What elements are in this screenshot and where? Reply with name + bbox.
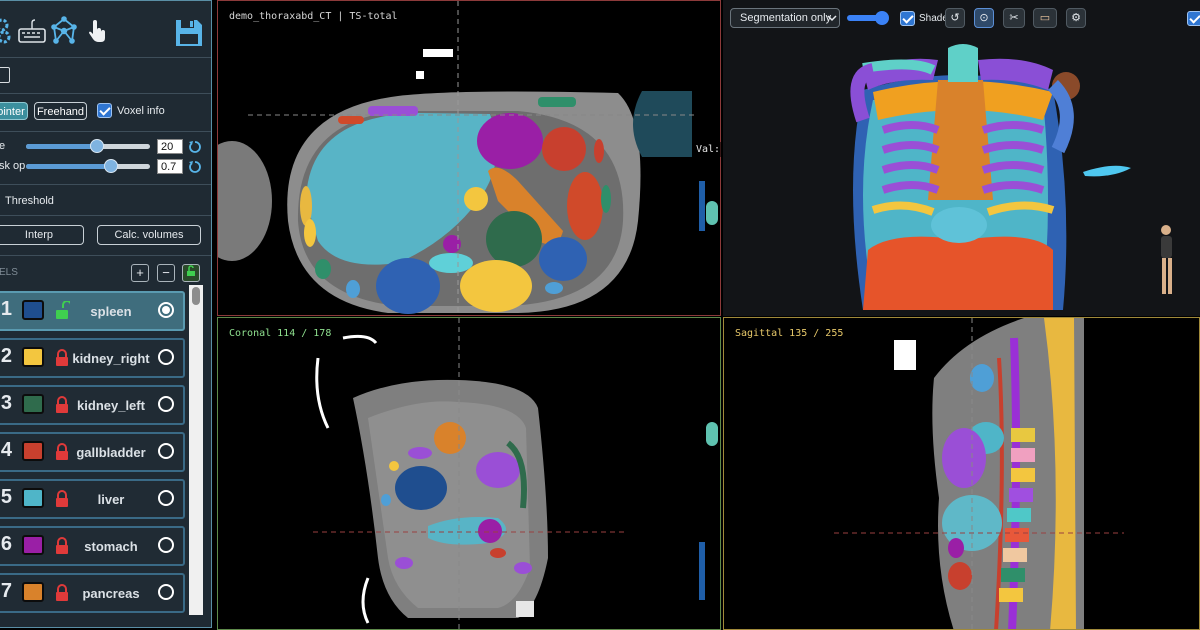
sagittal-view[interactable]: Sagittal 135 / 255 <box>723 317 1200 630</box>
label-name: gallbladder <box>76 445 146 460</box>
label-select-radio[interactable] <box>158 584 174 600</box>
label-name: kidney_left <box>77 398 145 413</box>
calc-volumes-button[interactable]: Calc. volumes <box>97 225 201 245</box>
label-color-swatch[interactable] <box>22 488 44 508</box>
label-color-swatch[interactable] <box>22 535 44 555</box>
save-icon[interactable] <box>173 17 205 49</box>
label-row-kidney_right[interactable]: 2 kidney_right <box>0 338 185 378</box>
mask-opacity-knob[interactable] <box>104 159 118 173</box>
scrollbar-thumb[interactable] <box>192 287 200 305</box>
voxel-info-label: Voxel info <box>117 105 165 117</box>
scissors-icon[interactable]: ✂ <box>1003 8 1025 28</box>
brush-size-fill <box>26 144 96 149</box>
eraser-icon[interactable]: ▭ <box>1033 8 1057 28</box>
label-row-kidney_left[interactable]: 3 kidney_left <box>0 385 185 425</box>
mask-opacity-label: sk op <box>0 160 26 172</box>
label-row-pancreas[interactable]: 7 pancreas <box>0 573 185 613</box>
axial-slice-slider[interactable] <box>699 181 705 231</box>
label-list-scrollbar[interactable] <box>189 285 203 615</box>
network-icon[interactable] <box>48 15 80 47</box>
labels-header: ELS <box>0 267 18 278</box>
mask-opacity-slider[interactable] <box>26 159 150 173</box>
render-opacity-knob[interactable] <box>875 11 889 25</box>
left-panel: ointer Freehand Voxel info e 20 sk op 0.… <box>0 0 212 628</box>
render-opacity-slider[interactable] <box>847 11 889 25</box>
threshold-label[interactable]: Threshold <box>5 195 54 207</box>
settings-icon[interactable]: ⚙ <box>1066 8 1086 28</box>
shade-label: Shade <box>919 13 948 24</box>
mask-opacity-input[interactable]: 0.7 <box>157 159 183 174</box>
freehand-mode-button[interactable]: Freehand <box>34 102 87 120</box>
collapse-box[interactable] <box>0 67 10 83</box>
reset-icon[interactable] <box>188 160 202 174</box>
render-3d-image <box>850 44 1172 310</box>
separator <box>0 215 211 216</box>
label-index: 7 <box>0 580 12 602</box>
pointer-hand-icon[interactable] <box>82 15 114 47</box>
remove-label-button[interactable]: − <box>157 264 175 282</box>
label-select-radio[interactable] <box>158 537 174 553</box>
unlock-icon <box>187 265 195 276</box>
label-select-radio[interactable] <box>158 396 174 412</box>
undo-icon[interactable]: ↺ <box>945 8 965 28</box>
brush-size-input[interactable]: 20 <box>157 139 183 154</box>
label-color-swatch[interactable] <box>22 441 44 461</box>
label-index: 5 <box>0 486 12 508</box>
label-select-radio[interactable] <box>158 443 174 459</box>
label-color-swatch[interactable] <box>22 394 44 414</box>
axial-slider-knob[interactable] <box>706 201 718 225</box>
label-select-radio[interactable] <box>158 349 174 365</box>
keyboard-icon[interactable] <box>16 15 48 47</box>
pointer-mode-button[interactable]: ointer <box>0 102 28 120</box>
axial-slice-image <box>218 1 698 315</box>
chevron-down-icon <box>827 15 837 22</box>
label-index: 4 <box>0 439 12 461</box>
label-index: 6 <box>0 533 12 555</box>
render-3d-view[interactable]: Segmentation only Shade ↺ ⊙ ✂ ▭ ⚙ <box>723 0 1200 316</box>
label-select-radio[interactable] <box>158 302 174 318</box>
coronal-slice-image <box>313 318 628 629</box>
label-select-radio[interactable] <box>158 490 174 506</box>
separator <box>0 131 211 132</box>
add-label-button[interactable]: + <box>131 264 149 282</box>
display-mode-select[interactable]: Segmentation only <box>730 8 840 28</box>
label-row-gallbladder[interactable]: 4 gallbladder <box>0 432 185 472</box>
label-index: 2 <box>0 345 12 367</box>
brush-size-knob[interactable] <box>90 139 104 153</box>
label-name: pancreas <box>82 586 140 601</box>
coronal-slider-knob[interactable] <box>706 422 718 446</box>
label-name: stomach <box>84 539 138 554</box>
target-icon[interactable]: ⊙ <box>974 8 994 28</box>
label-index: 3 <box>0 392 12 414</box>
display-mode-value: Segmentation only <box>740 12 832 24</box>
separator <box>0 93 211 94</box>
label-color-swatch[interactable] <box>22 347 44 367</box>
label-name: kidney_right <box>72 351 150 366</box>
brush-size-label: e <box>0 140 5 152</box>
label-name: liver <box>97 492 125 507</box>
render-option-checkbox[interactable] <box>1187 11 1200 26</box>
label-color-swatch[interactable] <box>22 300 44 320</box>
reset-icon[interactable] <box>188 140 202 154</box>
mask-opacity-fill <box>26 164 110 169</box>
interp-button[interactable]: Interp <box>0 225 84 245</box>
label-index: 1 <box>0 298 12 320</box>
separator <box>0 57 211 58</box>
brush-size-slider[interactable] <box>26 139 150 153</box>
separator <box>0 184 211 185</box>
label-color-swatch[interactable] <box>22 582 44 602</box>
shade-checkbox[interactable] <box>900 11 915 26</box>
lock-all-button[interactable] <box>182 264 200 282</box>
voxel-info-checkbox[interactable] <box>97 103 112 118</box>
separator <box>0 255 211 256</box>
label-row-stomach[interactable]: 6 stomach <box>0 526 185 566</box>
label-name: spleen <box>90 304 132 319</box>
label-row-spleen[interactable]: 1 spleen <box>0 291 185 331</box>
coronal-view[interactable]: Coronal 114 / 178 <box>217 317 721 630</box>
coronal-slice-slider[interactable] <box>699 542 705 600</box>
axial-view[interactable]: demo_thoraxabd_CT | TS-total <box>217 0 721 316</box>
sagittal-slice-image <box>834 318 1124 629</box>
label-row-liver[interactable]: 5 liver <box>0 479 185 519</box>
toolbar <box>0 15 211 51</box>
